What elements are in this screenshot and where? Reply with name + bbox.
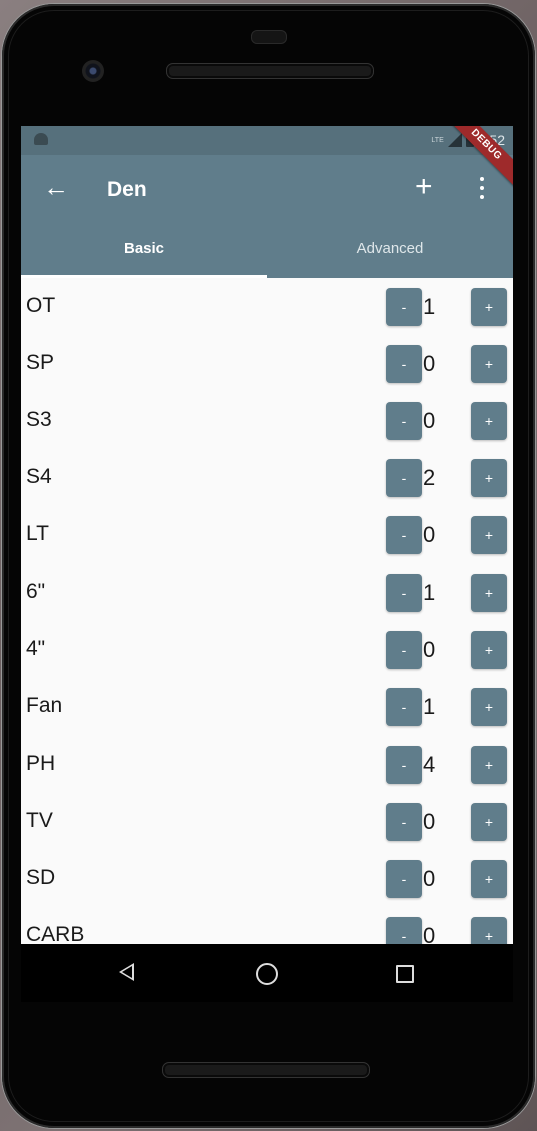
item-label: PH <box>26 752 56 775</box>
increment-button[interactable]: + <box>471 402 507 440</box>
item-count: 0 <box>423 637 436 662</box>
item-count: 1 <box>423 580 436 605</box>
list-item: OT - 1 + <box>21 278 513 335</box>
item-count: 0 <box>423 809 436 834</box>
decrement-button[interactable]: - <box>386 402 422 440</box>
item-count: 0 <box>423 522 436 547</box>
nav-home-icon[interactable] <box>256 963 278 985</box>
increment-button[interactable]: + <box>471 574 507 612</box>
android-icon <box>34 133 48 145</box>
increment-button[interactable]: + <box>471 917 507 944</box>
item-count: 4 <box>423 752 436 777</box>
item-count: 0 <box>423 408 436 433</box>
increment-button[interactable]: + <box>471 688 507 726</box>
item-count: 0 <box>423 866 436 891</box>
add-icon[interactable]: + <box>415 172 433 202</box>
item-label: OT <box>26 294 56 317</box>
tab-basic[interactable]: Basic <box>21 240 267 257</box>
front-camera <box>82 60 104 82</box>
increment-button[interactable]: + <box>471 288 507 326</box>
decrement-button[interactable]: - <box>386 746 422 784</box>
top-speaker <box>166 63 374 79</box>
list-item: SD - 0 + <box>21 850 513 907</box>
app-screen: LTE 1:52 ← Den + Basic Advanced DEBUG OT… <box>21 126 513 944</box>
item-label: Fan <box>26 694 63 717</box>
lte-label: LTE <box>431 136 444 144</box>
item-label: SP <box>26 351 55 374</box>
list-item: Fan - 1 + <box>21 678 513 735</box>
decrement-button[interactable]: - <box>386 459 422 497</box>
list-item: S3 - 0 + <box>21 392 513 449</box>
bottom-speaker <box>162 1062 370 1078</box>
increment-button[interactable]: + <box>471 516 507 554</box>
decrement-button[interactable]: - <box>386 631 422 669</box>
tab-advanced[interactable]: Advanced <box>267 240 513 257</box>
system-nav-bar <box>21 944 513 1002</box>
item-label: S3 <box>26 408 52 431</box>
proximity-sensor <box>251 30 287 44</box>
item-label: S4 <box>26 465 52 488</box>
status-bar: LTE 1:52 <box>21 126 513 155</box>
app-bar: ← Den + Basic Advanced <box>21 155 513 278</box>
item-count: 0 <box>423 923 436 944</box>
decrement-button[interactable]: - <box>386 688 422 726</box>
list-item: 4" - 0 + <box>21 621 513 678</box>
decrement-button[interactable]: - <box>386 288 422 326</box>
increment-button[interactable]: + <box>471 803 507 841</box>
list-item: S4 - 2 + <box>21 449 513 506</box>
item-label: TV <box>26 809 53 832</box>
nav-back-icon[interactable] <box>119 963 134 981</box>
item-label: CARB <box>26 923 85 944</box>
decrement-button[interactable]: - <box>386 345 422 383</box>
item-count: 1 <box>423 694 436 719</box>
list-item: SP - 0 + <box>21 335 513 392</box>
decrement-button[interactable]: - <box>386 516 422 554</box>
increment-button[interactable]: + <box>471 746 507 784</box>
item-label: 6" <box>26 580 46 603</box>
list-item: 6" - 1 + <box>21 564 513 621</box>
increment-button[interactable]: + <box>471 459 507 497</box>
decrement-button[interactable]: - <box>386 860 422 898</box>
decrement-button[interactable]: - <box>386 917 422 944</box>
list-item: PH - 4 + <box>21 736 513 793</box>
item-count: 0 <box>423 351 436 376</box>
item-label: 4" <box>26 637 46 660</box>
increment-button[interactable]: + <box>471 345 507 383</box>
back-arrow-icon[interactable]: ← <box>43 174 69 200</box>
decrement-button[interactable]: - <box>386 574 422 612</box>
page-title: Den <box>107 178 147 201</box>
increment-button[interactable]: + <box>471 860 507 898</box>
item-count: 1 <box>423 294 436 319</box>
signal-icon <box>447 133 462 147</box>
item-count: 2 <box>423 465 436 490</box>
list-item: CARB - 0 + <box>21 907 513 944</box>
decrement-button[interactable]: - <box>386 803 422 841</box>
nav-recents-icon[interactable] <box>396 965 414 983</box>
item-label: LT <box>26 522 49 545</box>
item-label: SD <box>26 866 56 889</box>
increment-button[interactable]: + <box>471 631 507 669</box>
list-item: LT - 0 + <box>21 506 513 563</box>
list-item: TV - 0 + <box>21 793 513 850</box>
more-vert-icon[interactable] <box>477 177 487 199</box>
